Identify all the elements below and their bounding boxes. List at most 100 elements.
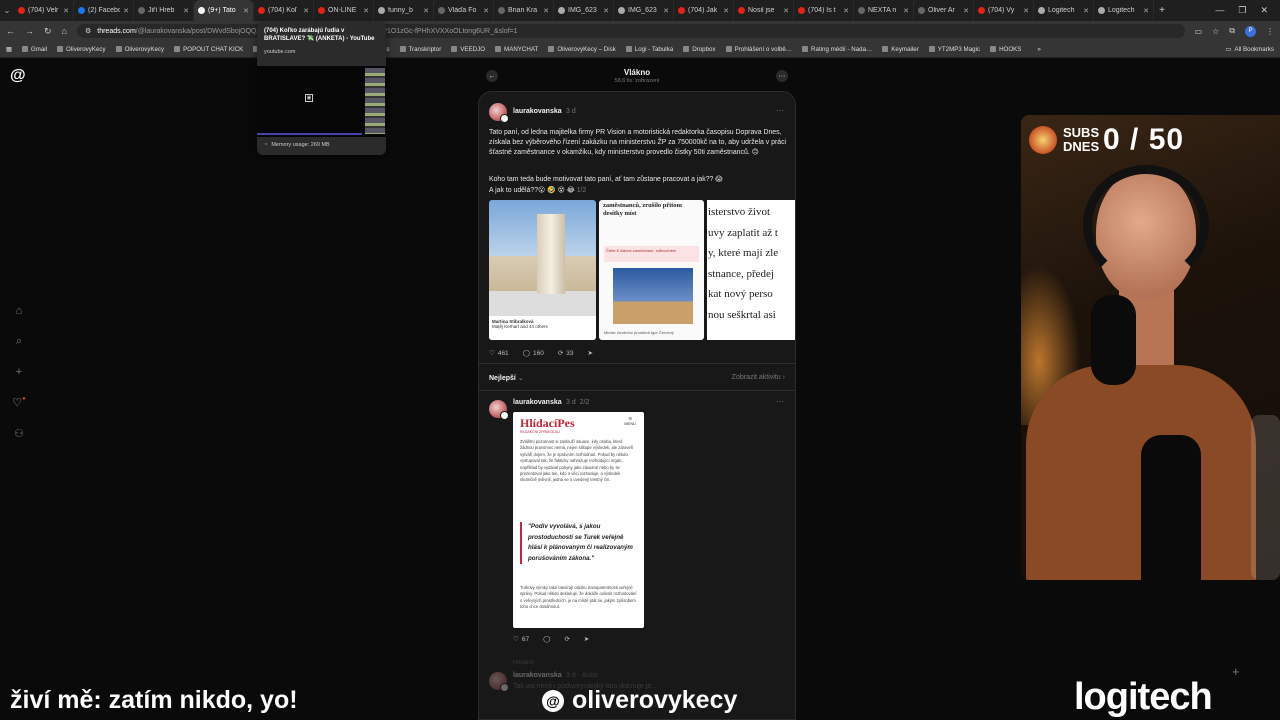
- home-icon[interactable]: ⌂: [62, 26, 67, 36]
- browser-tab[interactable]: (2) Facebo ✕: [74, 0, 134, 21]
- forward-icon[interactable]: →: [25, 26, 34, 36]
- home-nav-icon[interactable]: ⌂: [16, 305, 23, 317]
- post-image-1[interactable]: Martina Stibralková Matěj Kerhart and 44 …: [489, 200, 596, 340]
- all-bookmarks-button[interactable]: ▭ All Bookmarks: [1226, 46, 1274, 53]
- sort-dropdown[interactable]: Nejlepší ⌄: [489, 374, 524, 382]
- post-more-icon[interactable]: ⋯: [776, 106, 784, 115]
- activity-nav-icon[interactable]: ♡●: [12, 396, 26, 409]
- extensions-icon[interactable]: ⧉: [1229, 26, 1235, 36]
- browser-tab[interactable]: Logitech ✕: [1034, 0, 1094, 21]
- avatar[interactable]: [489, 400, 509, 420]
- create-nav-icon[interactable]: +: [16, 366, 22, 378]
- browser-tab[interactable]: ON-LINE ✕: [314, 0, 374, 21]
- avatar[interactable]: [489, 103, 509, 123]
- bookmark-item[interactable]: Dropbox: [683, 46, 716, 53]
- username[interactable]: laurakovanska: [513, 108, 562, 115]
- site-info-icon[interactable]: ⚙: [85, 27, 91, 35]
- bookmark-item[interactable]: Logi - Tabulka: [625, 46, 673, 53]
- comment-button[interactable]: ◯: [543, 635, 550, 643]
- search-nav-icon[interactable]: ⌕: [16, 335, 22, 348]
- tab-close-icon[interactable]: ✕: [843, 7, 849, 15]
- tab-close-icon[interactable]: ✕: [303, 7, 309, 15]
- browser-tab[interactable]: funny_b ✕: [374, 0, 434, 21]
- username[interactable]: laurakovanska: [513, 672, 562, 679]
- browser-tab[interactable]: Oliver Ar ✕: [914, 0, 974, 21]
- tab-close-icon[interactable]: ✕: [543, 7, 549, 15]
- browser-tab[interactable]: NEXTA n ✕: [854, 0, 914, 21]
- tab-close-icon[interactable]: ✕: [663, 7, 669, 15]
- username[interactable]: laurakovanska: [513, 399, 562, 406]
- bookmark-item[interactable]: Transkriptor: [399, 46, 441, 53]
- like-button[interactable]: ♡ 461: [489, 349, 509, 358]
- bookmark-item[interactable]: Gmail: [21, 46, 47, 53]
- view-activity-link[interactable]: Zobrazit aktivitu ›: [732, 374, 785, 381]
- bookmark-item[interactable]: Prohlášení o volbě…: [725, 46, 792, 53]
- post-image-2[interactable]: zaměstnanců, zrušilo přitom desítky míst…: [599, 200, 704, 340]
- tab-close-icon[interactable]: ✕: [1023, 7, 1029, 15]
- bookmark-item[interactable]: MANYCHAT: [495, 46, 538, 53]
- threads-logo-icon[interactable]: @: [10, 67, 26, 85]
- repost-button[interactable]: ⟳ 33: [558, 349, 574, 358]
- tab-close-icon[interactable]: ✕: [243, 7, 249, 15]
- bookmark-item[interactable]: YT2MP3 Magic: [928, 46, 980, 53]
- back-icon[interactable]: ←: [6, 26, 15, 36]
- bookmark-item[interactable]: POPOUT CHAT KICK: [174, 46, 243, 53]
- tab-close-icon[interactable]: ✕: [903, 7, 909, 15]
- browser-tab[interactable]: (704) Koľ ✕: [254, 0, 314, 21]
- apps-grid-icon[interactable]: ▦: [6, 46, 12, 53]
- browser-tab[interactable]: (704) Is t ✕: [794, 0, 854, 21]
- tab-close-icon[interactable]: ✕: [423, 7, 429, 15]
- post-2-image[interactable]: HlídacíPes REDAKČNÍ ZPRAVODAJ ☰ MENU Zvlá…: [513, 412, 644, 628]
- create-post-fab-icon[interactable]: +: [1232, 664, 1240, 679]
- post-image-3[interactable]: isterstvo život uvy zaplatit až t y, které…: [707, 200, 795, 340]
- bookmark-item[interactable]: OliverovyKecy: [57, 46, 106, 53]
- browser-tab[interactable]: Logitech ✕: [1094, 0, 1154, 21]
- tab-close-icon[interactable]: ✕: [363, 7, 369, 15]
- profile-nav-icon[interactable]: ⚇: [14, 427, 24, 440]
- share-button[interactable]: ➤: [588, 349, 593, 357]
- browser-tab[interactable]: IMG_623 ✕: [614, 0, 674, 21]
- browser-menu-icon[interactable]: ⋮: [1266, 27, 1274, 36]
- bookmark-star-icon[interactable]: ☆: [1212, 27, 1219, 36]
- tab-close-icon[interactable]: ✕: [483, 7, 489, 15]
- bookmarks-overflow-icon[interactable]: »: [1037, 46, 1040, 53]
- browser-tab[interactable]: (9+) Tato ✕: [194, 0, 254, 21]
- restore-icon[interactable]: ❐: [1238, 5, 1246, 16]
- post-more-icon[interactable]: ⋯: [776, 397, 784, 406]
- thread-more-icon[interactable]: ⋯: [776, 70, 788, 82]
- bookmark-item[interactable]: VEEDJO: [451, 46, 485, 53]
- browser-tab[interactable]: Vláďa Fo ✕: [434, 0, 494, 21]
- tab-close-icon[interactable]: ✕: [1143, 7, 1149, 15]
- browser-tab[interactable]: Jiří Hreb ✕: [134, 0, 194, 21]
- browser-tab[interactable]: Nosil jse ✕: [734, 0, 794, 21]
- browser-tab[interactable]: (704) Jak ✕: [674, 0, 734, 21]
- tab-close-icon[interactable]: ✕: [63, 7, 69, 15]
- tab-close-icon[interactable]: ✕: [123, 7, 129, 15]
- address-bar[interactable]: ⚙ threads.com /@laurakovanska/post/DWvdS…: [76, 24, 1185, 38]
- comment-button[interactable]: ◯ 160: [523, 349, 544, 358]
- avatar[interactable]: [489, 672, 509, 692]
- new-tab-button[interactable]: +: [1154, 5, 1170, 16]
- browser-tab[interactable]: (704) Velr ✕: [14, 0, 74, 21]
- tab-close-icon[interactable]: ✕: [723, 7, 729, 15]
- bookmark-item[interactable]: Rating médií - Nada…: [802, 46, 872, 53]
- tab-close-icon[interactable]: ✕: [1083, 7, 1089, 15]
- tab-close-icon[interactable]: ✕: [183, 7, 189, 15]
- bookmark-item[interactable]: HOOKS: [990, 46, 1021, 53]
- tab-close-icon[interactable]: ✕: [603, 7, 609, 15]
- tab-close-icon[interactable]: ✕: [963, 7, 969, 15]
- bookmark-item[interactable]: OliverovyKecy – Disk: [548, 46, 616, 53]
- bookmark-item[interactable]: Keymailer: [882, 46, 919, 53]
- close-window-icon[interactable]: ✕: [1260, 5, 1268, 16]
- tab-search-chevron-icon[interactable]: ⌄: [0, 0, 14, 21]
- minimize-icon[interactable]: —: [1215, 5, 1224, 16]
- bookmark-item[interactable]: OliverovyKecy: [115, 46, 164, 53]
- cast-icon[interactable]: ▭: [1195, 27, 1203, 36]
- browser-tab[interactable]: Brian Kra ✕: [494, 0, 554, 21]
- browser-tab[interactable]: IMG_623 ✕: [554, 0, 614, 21]
- reload-icon[interactable]: ↻: [44, 26, 52, 37]
- share-button[interactable]: ➤: [584, 635, 589, 643]
- profile-avatar[interactable]: P: [1245, 25, 1256, 37]
- browser-tab[interactable]: (704) Vy ✕: [974, 0, 1034, 21]
- like-button[interactable]: ♡ 67: [513, 635, 529, 644]
